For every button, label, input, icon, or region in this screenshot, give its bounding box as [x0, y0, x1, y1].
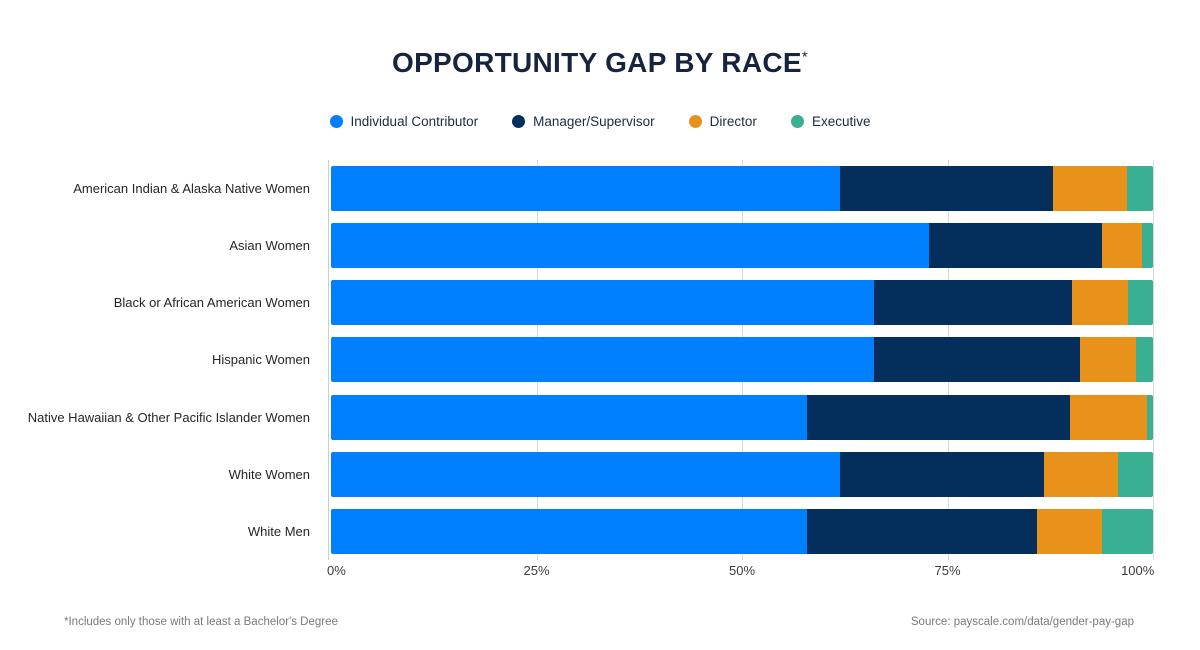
circle-swatch-icon [512, 115, 526, 128]
bar-rows [331, 160, 1153, 560]
legend-item[interactable]: Manager/Supervisor [512, 114, 655, 129]
stacked-bar[interactable] [331, 223, 1153, 269]
category-label: Hispanic Women [211, 352, 310, 368]
legend-item[interactable]: Individual Contributor [329, 114, 479, 129]
stacked-bar[interactable] [331, 394, 1153, 440]
x-axis-tick-label: 100% [1121, 563, 1155, 578]
bar-segment[interactable] [1079, 337, 1136, 383]
bar-segment[interactable] [839, 166, 1053, 212]
bar-segment[interactable] [1126, 166, 1153, 212]
category-label-row: Asian Women [0, 217, 320, 274]
source-note: Source: payscale.com/data/gender-pay-gap [910, 616, 1134, 628]
circle-swatch-icon [790, 115, 804, 128]
legend-item-label: Manager/Supervisor [533, 114, 655, 129]
category-label-row: Hispanic Women [0, 331, 320, 388]
circle-swatch-icon [329, 115, 343, 128]
circle-swatch-icon [688, 115, 702, 128]
chart-page: OPPORTUNITY GAP BY RACE* Individual Cont… [0, 0, 1200, 650]
bar-segment[interactable] [929, 223, 1103, 269]
x-axis-tick-label: 75% [934, 563, 961, 578]
bar-segment[interactable] [1142, 223, 1153, 269]
bar-segment[interactable] [873, 280, 1072, 326]
chart-legend: Individual Contributor Manager/Supervisor… [0, 114, 1200, 129]
legend-item[interactable]: Executive [790, 114, 871, 129]
stacked-bar[interactable] [331, 508, 1153, 554]
bar-segment[interactable] [1037, 508, 1103, 554]
page-title-text: OPPORTUNITY GAP BY RACE [391, 47, 802, 78]
category-label: White Men [247, 523, 310, 539]
legend-item[interactable]: Director [688, 114, 757, 129]
category-label-row: Black or African American Women [0, 274, 320, 331]
bar-row [331, 217, 1153, 274]
bar-segment[interactable] [1069, 394, 1148, 440]
bar-segment[interactable] [806, 394, 1070, 440]
bar-segment[interactable] [1127, 280, 1153, 326]
bar-segment[interactable] [331, 223, 930, 269]
bar-segment[interactable] [1102, 223, 1143, 269]
bar-segment[interactable] [331, 508, 807, 554]
stacked-bar[interactable] [331, 280, 1153, 326]
x-axis-tick-label: 25% [523, 563, 550, 578]
bar-segment[interactable] [1147, 394, 1153, 440]
bar-segment[interactable] [1118, 451, 1153, 497]
bar-row [331, 503, 1153, 560]
bar-segment[interactable] [873, 337, 1080, 383]
category-label: Asian Women [229, 238, 310, 254]
title-asterisk: * [801, 48, 808, 66]
bar-segment[interactable] [1044, 451, 1119, 497]
x-axis-tick-label: 0% [327, 563, 346, 578]
category-label-row: White Men [0, 503, 320, 560]
stacked-bar[interactable] [331, 451, 1153, 497]
bar-segment[interactable] [1071, 280, 1128, 326]
category-label-row: White Women [0, 446, 320, 503]
bar-row [331, 160, 1153, 217]
x-axis-tick-label: 50% [728, 563, 756, 578]
stacked-bar[interactable] [331, 166, 1153, 212]
category-label: White Women [228, 466, 310, 482]
category-label: American Indian & Alaska Native Women [73, 181, 310, 197]
bar-segment[interactable] [331, 394, 807, 440]
bar-row [331, 389, 1153, 446]
bar-row [331, 446, 1153, 503]
category-label-row: American Indian & Alaska Native Women [0, 160, 320, 217]
y-axis-line [328, 160, 329, 560]
category-label: Black or African American Women [113, 295, 310, 311]
x-axis: 0% 25% 50% 75% 100% [327, 563, 1155, 585]
page-title: OPPORTUNITY GAP BY RACE* [0, 47, 1200, 79]
legend-item-label: Executive [811, 114, 871, 129]
category-label: Native Hawaiian & Other Pacific Islander… [27, 409, 310, 425]
bar-segment[interactable] [331, 451, 840, 497]
bar-segment[interactable] [806, 508, 1038, 554]
bar-segment[interactable] [331, 337, 874, 383]
bar-segment[interactable] [331, 166, 840, 212]
bar-row [331, 274, 1153, 331]
plot-area [328, 160, 1154, 560]
bar-segment[interactable] [1102, 508, 1153, 554]
category-label-row: Native Hawaiian & Other Pacific Islander… [0, 389, 320, 446]
bar-segment[interactable] [1135, 337, 1153, 383]
bar-segment[interactable] [331, 280, 874, 326]
footnote: *Includes only those with at least a Bac… [64, 616, 338, 628]
gridline [1153, 160, 1154, 560]
bar-segment[interactable] [1052, 166, 1127, 212]
category-axis-labels: American Indian & Alaska Native Women Asi… [0, 160, 320, 560]
legend-item-label: Director [709, 114, 757, 129]
bar-row [331, 331, 1153, 388]
legend-item-label: Individual Contributor [350, 114, 479, 129]
stacked-bar[interactable] [331, 337, 1153, 383]
bar-segment[interactable] [839, 451, 1045, 497]
